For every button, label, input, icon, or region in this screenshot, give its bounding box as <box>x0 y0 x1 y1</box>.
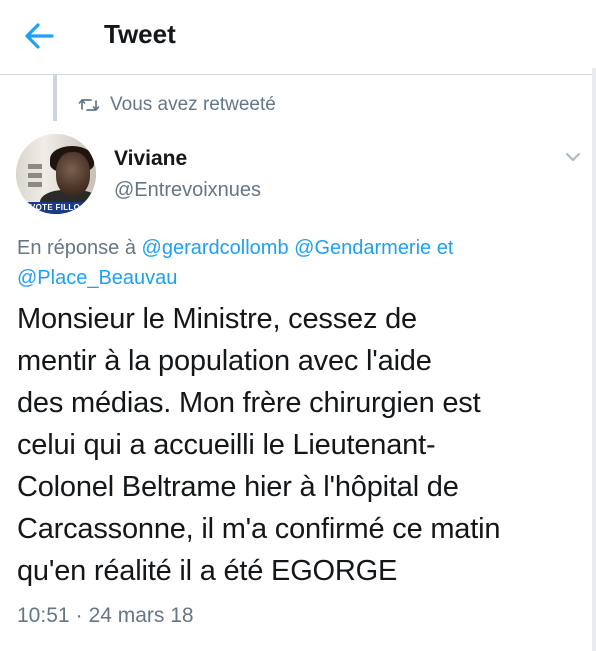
arrow-left-icon[interactable] <box>22 20 56 52</box>
author-name[interactable]: Viviane <box>114 147 187 171</box>
avatar-banner: VOTE FILLO <box>24 202 96 213</box>
avatar-face <box>56 152 90 196</box>
scrollbar[interactable] <box>592 68 596 651</box>
top-app-bar: Tweet <box>0 0 596 75</box>
tweet-timestamp: 10:51 · 24 mars 18 <box>17 604 194 628</box>
chevron-down-icon[interactable] <box>562 146 584 168</box>
reply-prefix: En réponse à <box>17 237 136 259</box>
reply-context: En réponse à @gerardcollomb @Gendarmerie… <box>17 233 577 293</box>
mention-conjunction[interactable]: et <box>437 237 454 259</box>
retweet-label: Vous avez retweeté <box>110 94 276 115</box>
tweet-time: 10:51 <box>17 604 70 627</box>
mention-link[interactable]: @Place_Beauvau <box>17 267 177 289</box>
avatar-wall-frames <box>28 164 42 190</box>
mention-link[interactable]: @Gendarmerie <box>294 237 431 259</box>
meta-separator: · <box>75 604 83 627</box>
page-title: Tweet <box>104 19 176 49</box>
avatar[interactable]: VOTE FILLO <box>16 134 96 214</box>
retweet-context: Vous avez retweeté <box>78 92 276 118</box>
retweet-icon <box>78 99 100 111</box>
thread-line <box>53 75 57 121</box>
mention-link[interactable]: @gerardcollomb <box>142 237 289 259</box>
tweet-date: 24 mars 18 <box>88 604 194 627</box>
author-handle[interactable]: @Entrevoixnues <box>114 179 261 202</box>
tweet-text: Monsieur le Ministre, cessez de mentir à… <box>17 303 501 587</box>
